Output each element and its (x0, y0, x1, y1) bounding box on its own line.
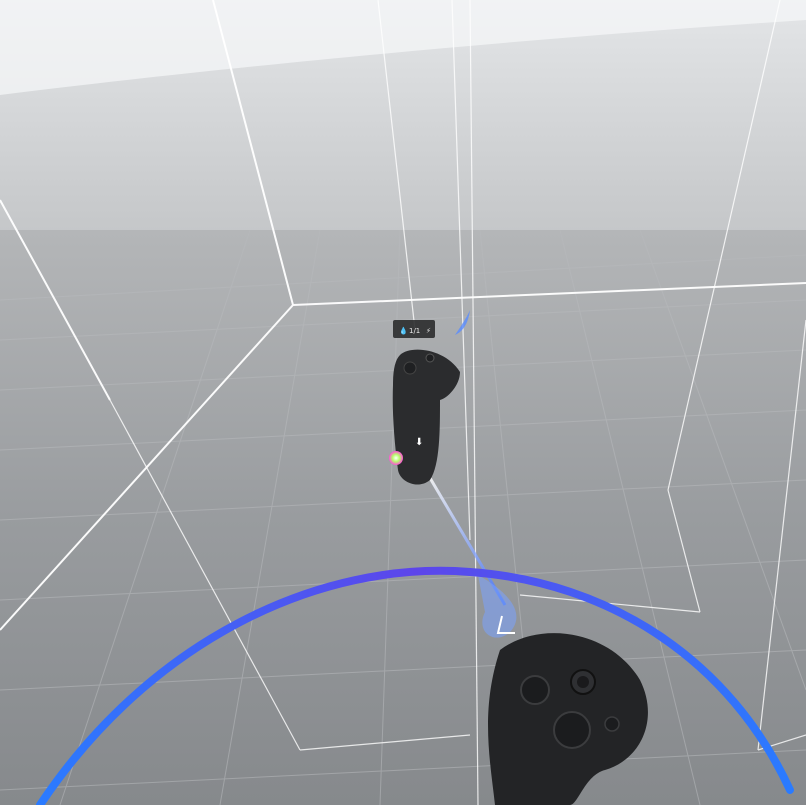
trigger-hint-icon: ⬇ (415, 437, 423, 448)
hud-left-icon: 💧 (399, 326, 408, 335)
b-button-icon (553, 711, 591, 749)
floor (0, 230, 806, 805)
menu-button-icon (425, 353, 435, 363)
color-wheel-icon (389, 451, 403, 465)
hud-label: 1/1 (409, 327, 420, 335)
controller-hud: 💧 1/1 ⚡ (393, 320, 435, 338)
oculus-button-icon (604, 716, 620, 732)
vr-scene: 💧 1/1 ⚡ ⬇ (0, 0, 806, 805)
thumbstick-icon (403, 361, 417, 375)
hud-right-icon: ⚡ (426, 327, 431, 335)
a-button-icon (520, 675, 550, 705)
